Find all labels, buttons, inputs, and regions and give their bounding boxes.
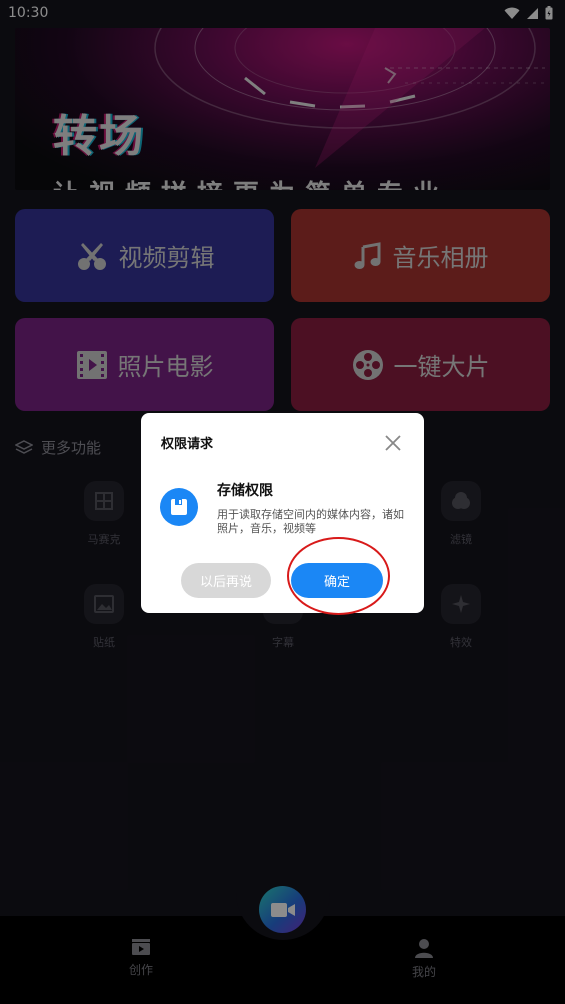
later-button[interactable]: 以后再说	[181, 563, 271, 598]
dialog-title: 权限请求	[161, 437, 214, 452]
permission-name: 存储权限	[217, 483, 273, 499]
floppy-disk-icon	[171, 499, 187, 515]
confirm-button[interactable]: 确定	[291, 563, 383, 598]
permission-dialog: 权限请求 存储权限 用于读取存储空间内的媒体内容，诸如照片，音乐，视频等 以后再…	[141, 413, 424, 615]
storage-permission-icon	[160, 488, 198, 526]
permission-description: 用于读取存储空间内的媒体内容，诸如照片，音乐，视频等	[217, 508, 404, 535]
close-icon[interactable]	[383, 433, 403, 453]
